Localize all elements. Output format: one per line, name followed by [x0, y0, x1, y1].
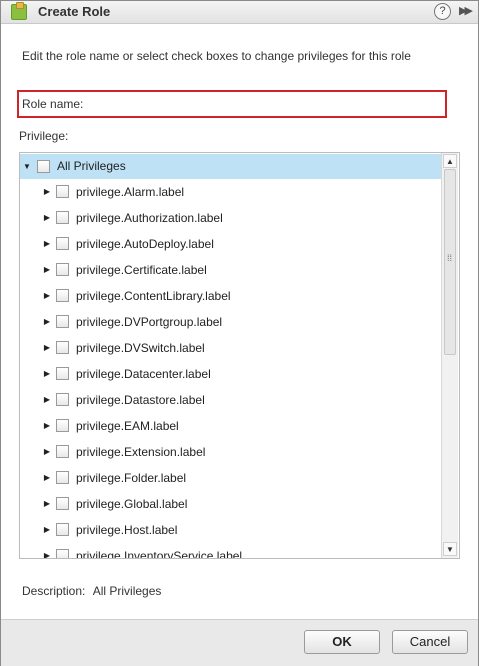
expand-icon[interactable]: ▶▶ — [459, 4, 473, 17]
privilege-label-text: privilege.DVSwitch.label — [76, 341, 205, 355]
privilege-tree: ▼ All Privileges ▶ privilege.Alarm.label ▶… — [19, 152, 460, 559]
all-privileges-checkbox[interactable] — [37, 160, 50, 173]
expand-caret-icon[interactable]: ▶ — [42, 465, 52, 491]
privilege-label-text: privilege.Folder.label — [76, 471, 187, 485]
scroll-down-icon[interactable]: ▼ — [443, 542, 457, 556]
help-icon[interactable]: ? — [434, 3, 451, 20]
privilege-label-text: privilege.Extension.label — [76, 445, 206, 459]
dialog-title: Create Role — [38, 4, 111, 19]
privilege-checkbox[interactable] — [56, 289, 69, 302]
tree-item[interactable]: ▶ privilege.ContentLibrary.label — [20, 283, 420, 309]
tree-item[interactable]: ▶ privilege.Global.label — [20, 491, 420, 517]
tree-item[interactable]: ▶ privilege.Datacenter.label — [20, 361, 420, 387]
privilege-label-text: privilege.AutoDeploy.label — [76, 237, 214, 251]
privilege-label: Privilege: — [19, 129, 69, 143]
cancel-button[interactable]: Cancel — [392, 630, 468, 654]
privilege-checkbox[interactable] — [56, 263, 69, 276]
tree-item[interactable]: ▶ privilege.Host.label — [20, 517, 420, 543]
privilege-label-text: privilege.Global.label — [76, 497, 188, 511]
privilege-checkbox[interactable] — [56, 185, 69, 198]
dialog-titlebar: Create Role ? ▶▶ — [1, 1, 478, 24]
role-name-label: Role name: — [22, 97, 84, 111]
collapse-caret-icon[interactable]: ▼ — [22, 154, 32, 180]
expand-caret-icon[interactable]: ▶ — [42, 283, 52, 309]
tree-item[interactable]: ▶ privilege.DVSwitch.label — [20, 335, 420, 361]
privilege-checkbox[interactable] — [56, 367, 69, 380]
expand-caret-icon[interactable]: ▶ — [42, 491, 52, 517]
expand-caret-icon[interactable]: ▶ — [42, 361, 52, 387]
role-icon — [11, 2, 27, 20]
privilege-label-text: privilege.ContentLibrary.label — [76, 289, 231, 303]
dialog-footer: OK Cancel — [1, 619, 478, 666]
ok-button[interactable]: OK — [304, 630, 380, 654]
privilege-label-text: privilege.EAM.label — [76, 419, 179, 433]
all-privileges-label: All Privileges — [57, 159, 126, 173]
tree-item[interactable]: ▶ privilege.Certificate.label — [20, 257, 420, 283]
expand-caret-icon[interactable]: ▶ — [42, 387, 52, 413]
tree-item[interactable]: ▶ privilege.Extension.label — [20, 439, 420, 465]
tree-root-row[interactable]: ▼ All Privileges — [20, 154, 441, 179]
tree-item[interactable]: ▶ privilege.Authorization.label — [20, 205, 420, 231]
instructions-text: Edit the role name or select check boxes… — [22, 49, 411, 63]
privilege-checkbox[interactable] — [56, 523, 69, 536]
privilege-label-text: privilege.Datastore.label — [76, 393, 205, 407]
privilege-checkbox[interactable] — [56, 419, 69, 432]
expand-caret-icon[interactable]: ▶ — [42, 309, 52, 335]
expand-caret-icon[interactable]: ▶ — [42, 205, 52, 231]
expand-caret-icon[interactable]: ▶ — [42, 413, 52, 439]
expand-caret-icon[interactable]: ▶ — [42, 517, 52, 543]
expand-caret-icon[interactable]: ▶ — [42, 257, 52, 283]
privilege-checkbox[interactable] — [56, 237, 69, 250]
privilege-label-text: privilege.Authorization.label — [76, 211, 223, 225]
grip-icon: ⁞⁞ — [447, 253, 453, 263]
expand-caret-icon[interactable]: ▶ — [42, 543, 52, 558]
description: Description: All Privileges — [22, 584, 161, 598]
privilege-label-text: privilege.Host.label — [76, 523, 178, 537]
description-value: All Privileges — [92, 584, 162, 598]
tree-item[interactable]: ▶ privilege.DVPortgroup.label — [20, 309, 420, 335]
tree-item[interactable]: ▶ privilege.Alarm.label — [20, 179, 420, 205]
privilege-checkbox[interactable] — [56, 549, 69, 558]
privilege-label-text: privilege.InventoryService.label — [76, 549, 243, 559]
tree-item[interactable]: ▶ privilege.Folder.label — [20, 465, 420, 491]
privilege-checkbox[interactable] — [56, 471, 69, 484]
privilege-checkbox[interactable] — [56, 497, 69, 510]
privilege-checkbox[interactable] — [56, 341, 69, 354]
privilege-label-text: privilege.Datacenter.label — [76, 367, 211, 381]
privilege-checkbox[interactable] — [56, 393, 69, 406]
expand-caret-icon[interactable]: ▶ — [42, 439, 52, 465]
expand-caret-icon[interactable]: ▶ — [42, 335, 52, 361]
tree-item[interactable]: ▶ privilege.AutoDeploy.label — [20, 231, 420, 257]
scroll-thumb[interactable]: ⁞⁞ — [444, 169, 456, 355]
privilege-checkbox[interactable] — [56, 211, 69, 224]
scroll-up-icon[interactable]: ▲ — [443, 154, 457, 168]
expand-caret-icon[interactable]: ▶ — [42, 179, 52, 205]
tree-item[interactable]: ▶ privilege.EAM.label — [20, 413, 420, 439]
expand-caret-icon[interactable]: ▶ — [42, 231, 52, 257]
privilege-checkbox[interactable] — [56, 445, 69, 458]
privilege-label-text: privilege.DVPortgroup.label — [76, 315, 223, 329]
create-role-dialog: Create Role ? ▶▶ Edit the role name or s… — [0, 0, 479, 666]
tree-item[interactable]: ▶ privilege.InventoryService.label — [20, 543, 420, 559]
role-name-input[interactable] — [95, 95, 439, 115]
privilege-label-text: privilege.Certificate.label — [76, 263, 207, 277]
tree-item[interactable]: ▶ privilege.Datastore.label — [20, 387, 420, 413]
tree-scrollbar[interactable]: ▲ ⁞⁞ ▼ — [441, 153, 458, 558]
privilege-checkbox[interactable] — [56, 315, 69, 328]
description-label: Description: — [22, 584, 86, 598]
role-name-field: Role name: — [17, 90, 447, 118]
privilege-label-text: privilege.Alarm.label — [76, 185, 185, 199]
